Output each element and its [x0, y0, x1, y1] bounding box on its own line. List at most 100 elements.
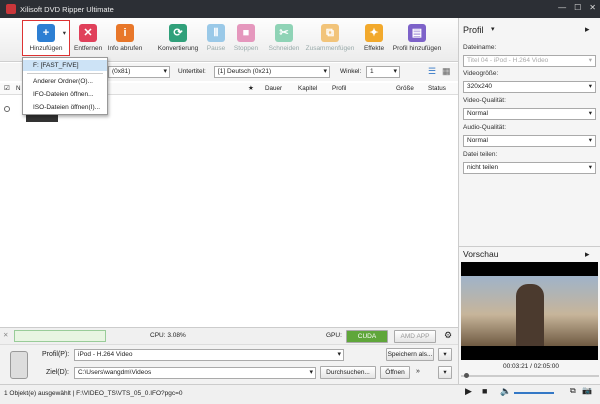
save-as-dropdown-icon[interactable]: ▾ — [438, 348, 452, 361]
info-button[interactable]: i Info abrufen — [106, 21, 144, 52]
divider — [459, 246, 600, 247]
col-chapter[interactable]: Kapitel — [298, 85, 317, 92]
convert-label: Konvertierung — [157, 45, 199, 52]
destination-label: Ziel(D): — [46, 369, 69, 376]
merge-button[interactable]: ⧉ Zusammenfügen — [304, 21, 356, 52]
add-button[interactable]: + Hinzufügen ▾ — [22, 20, 70, 56]
menu-item-open-iso[interactable]: ISO-Dateien öffnen(I)... — [23, 102, 107, 113]
plus-icon: + — [37, 24, 55, 42]
stop-label: Stoppen — [233, 45, 259, 52]
browse-button[interactable]: Durchsuchen... — [320, 366, 376, 379]
stop-icon: ■ — [237, 24, 255, 42]
time-readout: 00:03:21 / 02:05:00 — [503, 363, 560, 370]
subtitle-select[interactable]: [1] Deutsch (0x21) — [214, 66, 330, 78]
angle-label: Winkel: — [340, 68, 362, 75]
menu-separator — [27, 73, 103, 74]
status-bar: ✕ CPU: 3.08% GPU: CUDA AMD APP ⚙ — [0, 327, 458, 344]
close-icon[interactable]: ✕ — [589, 3, 596, 12]
amd-app-button[interactable]: AMD APP — [394, 330, 436, 343]
output-panel: Profil(P): iPod - H.264 Video Speichern … — [0, 344, 458, 384]
profile-label: Profil(P): — [42, 351, 70, 358]
minimize-icon[interactable]: — — [558, 3, 566, 12]
radio-icon[interactable] — [4, 106, 10, 112]
angle-select[interactable]: 1 — [366, 66, 400, 78]
video-size-label: Videogröße: — [463, 70, 499, 77]
filename-label: Dateiname: — [463, 44, 497, 51]
col-profile[interactable]: Profil — [332, 85, 346, 92]
preview-video — [461, 262, 598, 360]
stop-button[interactable]: ■ Stoppen — [232, 21, 260, 52]
scissors-icon: ✂ — [275, 24, 293, 42]
seek-handle[interactable] — [464, 373, 469, 378]
volume-icon[interactable]: 🔈 — [500, 386, 511, 397]
info-label: Info abrufen — [107, 45, 143, 52]
cpu-graph — [14, 330, 106, 342]
effects-button[interactable]: ✦ Effekte — [362, 21, 386, 52]
open-button[interactable]: Öffnen — [380, 366, 410, 379]
remove-button[interactable]: ✕ Entfernen — [74, 21, 102, 52]
play-icon[interactable]: ▶ — [465, 386, 472, 397]
convert-icon: ⟳ — [169, 24, 187, 42]
cut-button[interactable]: ✂ Schneiden — [268, 21, 300, 52]
more-dropdown-icon[interactable]: ▾ — [438, 366, 452, 379]
stop-playback-icon[interactable]: ■ — [482, 386, 487, 396]
destination-input[interactable]: C:\Users\wangdm\Videos — [74, 367, 316, 379]
select-all-checkbox[interactable]: ☑ — [4, 85, 10, 92]
col-size[interactable]: Größe — [396, 85, 414, 92]
audio-quality-label: Audio-Qualität: — [463, 124, 506, 131]
cut-label: Schneiden — [268, 45, 300, 52]
add-profile-button[interactable]: ▤ Profil hinzufügen — [390, 21, 444, 52]
audio-select[interactable]: (0x81) — [108, 66, 170, 78]
menu-item-open-ifo[interactable]: IFO-Dateien öffnen... — [23, 89, 107, 100]
cuda-button[interactable]: CUDA — [346, 330, 388, 343]
col-duration[interactable]: Dauer — [265, 85, 282, 92]
gear-icon[interactable]: ⚙ — [444, 330, 452, 341]
profile-select[interactable]: iPod - H.264 Video — [74, 349, 344, 361]
menu-item-drive[interactable]: F: [FAST_FIVE] — [23, 60, 107, 71]
pause-icon: Ⅱ — [207, 24, 225, 42]
preview-title: Vorschau — [463, 249, 499, 259]
save-as-button[interactable]: Speichern als... — [386, 348, 434, 361]
grid-view-icon[interactable]: ▦ — [442, 66, 451, 77]
wand-icon: ✦ — [365, 24, 383, 42]
menu-item-other-folder[interactable]: Anderer Ordner(O)... — [23, 76, 107, 87]
profile-chevron-icon[interactable]: ▾ — [491, 25, 495, 33]
col-status[interactable]: Status — [428, 85, 446, 92]
profile-panel-title: Profil — [463, 25, 484, 35]
col-name[interactable]: N — [16, 85, 21, 92]
device-icon — [10, 351, 28, 379]
audio-quality-select[interactable]: Normal — [463, 135, 596, 147]
screen-icon[interactable]: ⧉ — [570, 386, 576, 396]
effects-label: Effekte — [363, 45, 385, 52]
forward-icon[interactable]: » — [416, 368, 420, 375]
camera-icon[interactable]: 📷 — [582, 386, 592, 395]
video-quality-select[interactable]: Normal — [463, 108, 596, 120]
chevron-down-icon[interactable]: ▾ — [63, 29, 66, 37]
split-select[interactable]: nicht teilen — [463, 162, 596, 174]
col-star[interactable]: ★ — [248, 85, 254, 92]
expand-icon[interactable]: ▸ — [585, 24, 590, 35]
profile-icon: ▤ — [408, 24, 426, 42]
list-view-icon[interactable]: ☰ — [428, 66, 436, 77]
volume-slider[interactable] — [514, 392, 554, 394]
info-icon: i — [116, 24, 134, 42]
seek-bar[interactable] — [461, 375, 599, 377]
video-size-select[interactable]: 320x240 — [463, 81, 596, 93]
remove-label: Entfernen — [74, 45, 103, 52]
close-small-icon[interactable]: ✕ — [3, 331, 8, 339]
preview-expand-icon[interactable]: ▸ — [585, 249, 590, 260]
convert-button[interactable]: ⟳ Konvertierung — [156, 21, 200, 52]
pause-button[interactable]: Ⅱ Pause — [204, 21, 228, 52]
pause-label: Pause — [206, 45, 226, 52]
cpu-usage: CPU: 3.08% — [150, 332, 186, 339]
merge-icon: ⧉ — [321, 24, 339, 42]
add-label: Hinzufügen — [29, 45, 63, 52]
video-quality-label: Video-Qualität: — [463, 97, 506, 104]
title-bar: Xilisoft DVD Ripper Ultimate — ☐ ✕ — [0, 0, 600, 18]
maximize-icon[interactable]: ☐ — [574, 3, 581, 12]
remove-icon: ✕ — [79, 24, 97, 42]
filename-input[interactable]: Titel 04 - iPod - H.264 Video — [463, 55, 596, 67]
window-title: Xilisoft DVD Ripper Ultimate — [20, 4, 114, 14]
split-label: Datei teilen: — [463, 151, 498, 158]
gpu-label: GPU: — [326, 332, 342, 339]
